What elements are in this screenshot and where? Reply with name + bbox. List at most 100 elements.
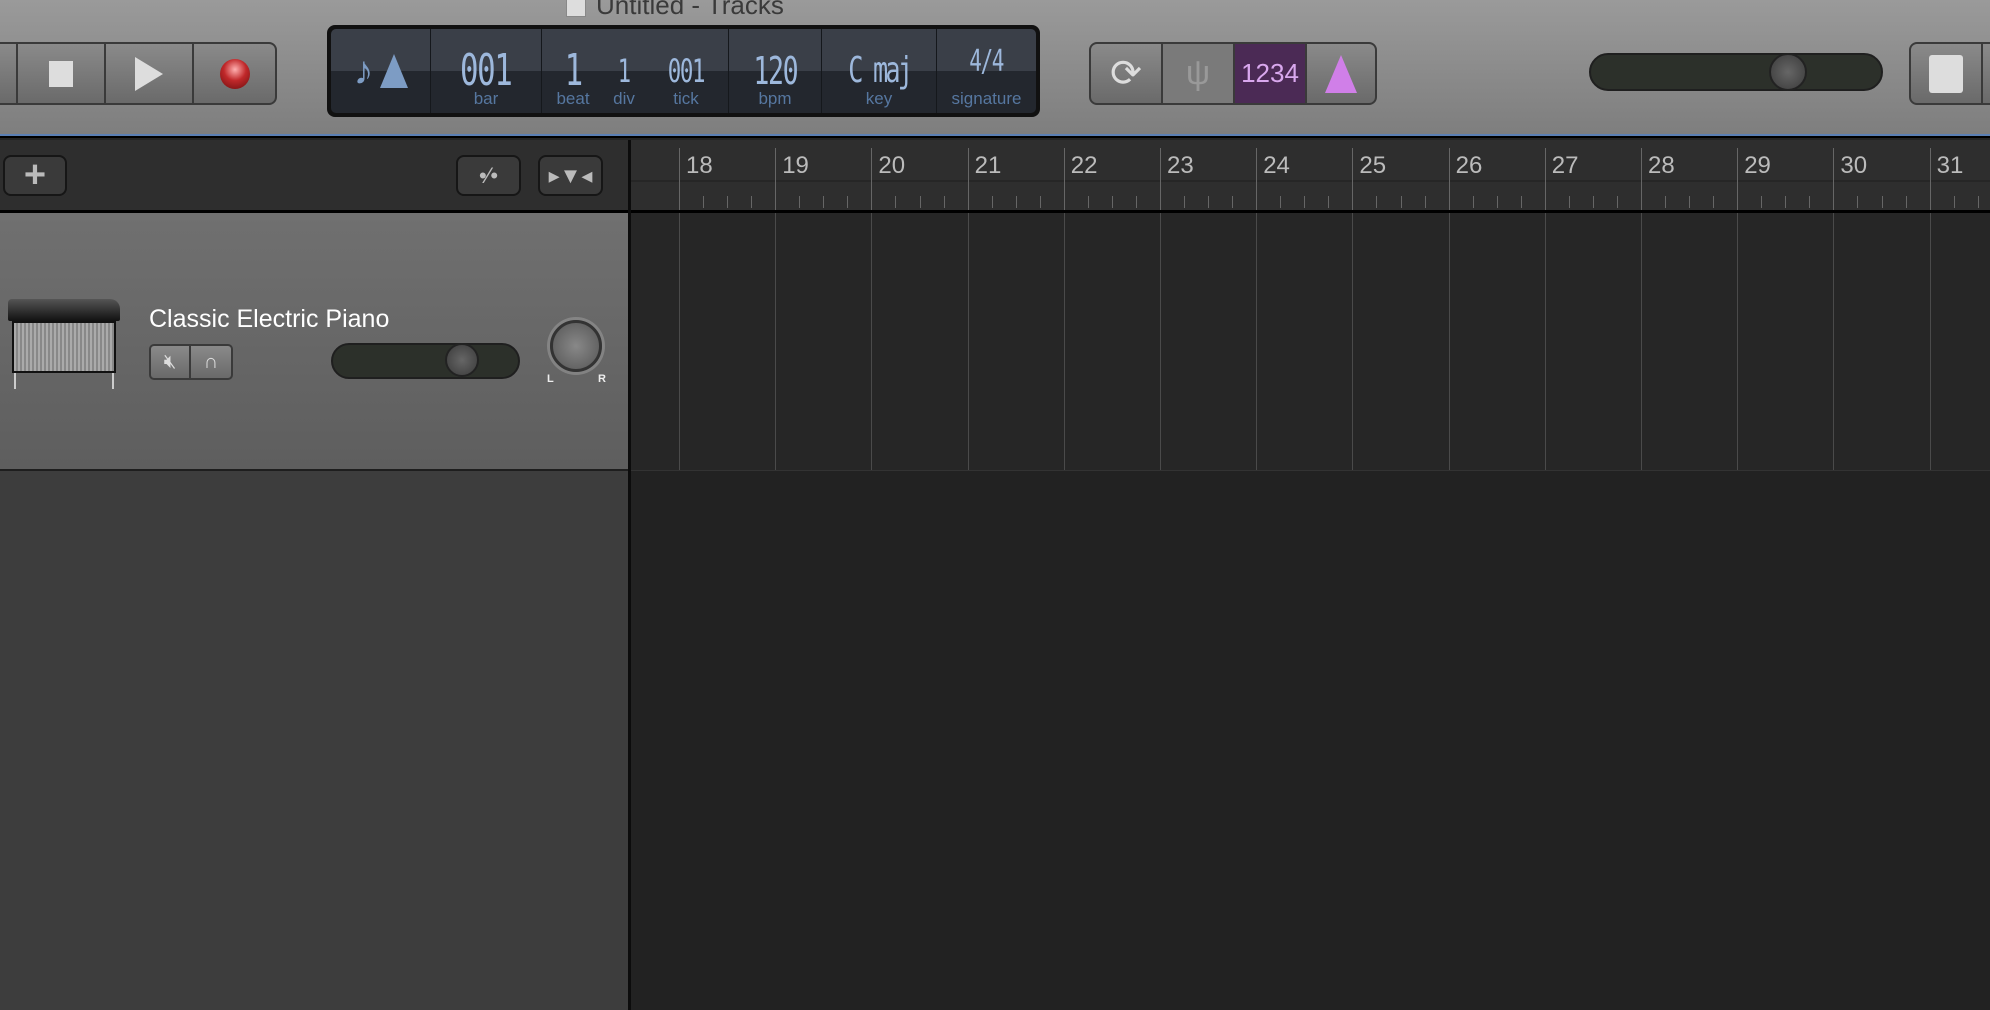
beat-tick (1905, 196, 1907, 208)
lcd-tempo[interactable]: 120 bpm (729, 29, 822, 113)
ruler-bar[interactable]: 20 (871, 148, 905, 210)
master-volume-slider[interactable] (1589, 53, 1883, 91)
rewind-button[interactable] (0, 44, 18, 103)
bar-gridline (679, 213, 680, 470)
window-title: Untitled - Tracks (566, 0, 784, 21)
bar-gridline (967, 213, 969, 470)
bar-number: 28 (1648, 152, 1675, 179)
lcd-display[interactable]: ♪ 001 bar 1 beat 1 div 001 tick 120 bpm C maj… (327, 25, 1040, 117)
ruler-bar[interactable]: 29 (1737, 148, 1771, 210)
metronome-icon (379, 54, 408, 88)
beat-tick (1713, 196, 1715, 208)
cycle-icon: ⟳ (1110, 53, 1142, 95)
record-icon (219, 58, 250, 89)
pan-knob[interactable] (550, 320, 602, 372)
lcd-tick[interactable]: 001 tick (644, 29, 729, 113)
beat-tick (1809, 196, 1811, 208)
track-list-empty-area[interactable] (0, 471, 628, 1010)
timeline-ruler[interactable]: 18 19 20 21 22 23 24 25 26 27 28 29 30 31 (631, 140, 1990, 213)
lcd-mode[interactable]: ♪ (331, 29, 431, 113)
track-volume-handle[interactable] (445, 343, 479, 377)
editors-button[interactable] (1911, 44, 1983, 103)
automation-button[interactable]: •⁄• (456, 155, 521, 196)
add-track-button[interactable]: + (3, 154, 67, 196)
bar-number: 27 (1551, 152, 1579, 179)
beat-tick (1111, 196, 1113, 208)
ruler-bar[interactable]: 18 (679, 148, 713, 210)
metronome-button[interactable] (1307, 44, 1375, 103)
ruler-bar[interactable]: 30 (1833, 148, 1867, 210)
catch-playhead-button[interactable]: ▸▼◂ (538, 155, 603, 196)
track-lane[interactable] (631, 213, 1990, 471)
beat-tick (823, 196, 825, 208)
ruler-bar[interactable]: 21 (967, 148, 1001, 210)
track-header-bar: + •⁄• ▸▼◂ (0, 140, 628, 213)
solo-button[interactable]: ∩ (191, 346, 231, 378)
lcd-signature[interactable]: 4/4 signature (937, 29, 1036, 113)
pan-left-label: L (547, 373, 554, 385)
transport-controls (0, 42, 277, 105)
lcd-key[interactable]: C maj key (822, 29, 937, 113)
ruler-bar[interactable]: 25 (1352, 148, 1386, 210)
bar-gridline (775, 213, 777, 470)
record-button[interactable] (194, 44, 275, 103)
play-button[interactable] (106, 44, 194, 103)
track-name[interactable]: Classic Electric Piano (149, 305, 389, 334)
beat-tick (1761, 196, 1763, 208)
beat-tick (1400, 196, 1402, 208)
beat-tick (943, 196, 945, 208)
beat-tick (1785, 196, 1787, 208)
toolbar: Untitled - Tracks ♪ 001 bar 1 beat 1 div 00… (0, 0, 1990, 134)
bar-number: 24 (1263, 152, 1290, 179)
count-in-button[interactable]: 1234 (1235, 44, 1307, 103)
ruler-bar[interactable]: 22 (1063, 148, 1098, 210)
cycle-button[interactable]: ⟳ (1091, 44, 1163, 103)
beat-tick (1087, 196, 1089, 208)
bar-gridline (1352, 213, 1354, 470)
note-icon: ♪ (353, 48, 374, 93)
bar-number: 22 (1070, 152, 1098, 179)
beat-tick (1376, 196, 1378, 208)
bar-number: 20 (878, 152, 906, 179)
mute-icon: 🔇︎ (163, 350, 177, 373)
beat-tick (703, 196, 705, 208)
lcd-div[interactable]: 1 div (604, 29, 644, 113)
ruler-bar[interactable]: 28 (1641, 148, 1675, 210)
track-buttons: 🔇︎ ∩ (149, 344, 233, 380)
bar-gridline (1256, 213, 1258, 470)
lcd-bar[interactable]: 001 bar (431, 29, 542, 113)
beat-tick (1304, 196, 1306, 208)
beat-tick (1689, 196, 1691, 208)
bar-gridline (1929, 213, 1931, 470)
ruler-bar[interactable]: 23 (1160, 148, 1194, 210)
beat-tick (1881, 196, 1883, 208)
beat-tick (1953, 196, 1955, 208)
pan-right-label: R (598, 373, 606, 385)
ruler-bar[interactable]: 24 (1256, 148, 1290, 210)
track-header[interactable]: Classic Electric Piano 🔇︎ ∩ L R (0, 213, 628, 471)
beat-tick (991, 196, 993, 208)
tuner-button[interactable]: ψ (1163, 44, 1235, 103)
automation-icon: •⁄• (478, 162, 499, 188)
ruler-bar[interactable]: 27 (1544, 148, 1579, 210)
beat-tick (919, 196, 921, 208)
tracks-area-empty[interactable] (631, 471, 1990, 1010)
beat-tick (1208, 196, 1210, 208)
mute-button[interactable]: 🔇︎ (151, 346, 191, 378)
beat-tick (1616, 196, 1618, 208)
bar-gridline (1737, 213, 1739, 470)
ruler-bar[interactable]: 26 (1448, 148, 1482, 210)
beat-tick (1015, 196, 1017, 208)
track-volume-slider[interactable] (331, 343, 520, 379)
ruler-bar[interactable]: 19 (775, 148, 809, 210)
next-button[interactable] (1983, 44, 1990, 103)
lcd-beat[interactable]: 1 beat (542, 29, 604, 113)
electric-piano-icon (8, 299, 120, 389)
ruler-bar[interactable]: 31 (1929, 148, 1963, 210)
stop-button[interactable] (18, 44, 106, 103)
beat-tick (1280, 196, 1282, 208)
master-volume-handle[interactable] (1769, 53, 1807, 91)
bar-gridline (1641, 213, 1642, 470)
beat-tick (1857, 196, 1859, 208)
headphones-icon: ∩ (203, 350, 219, 373)
